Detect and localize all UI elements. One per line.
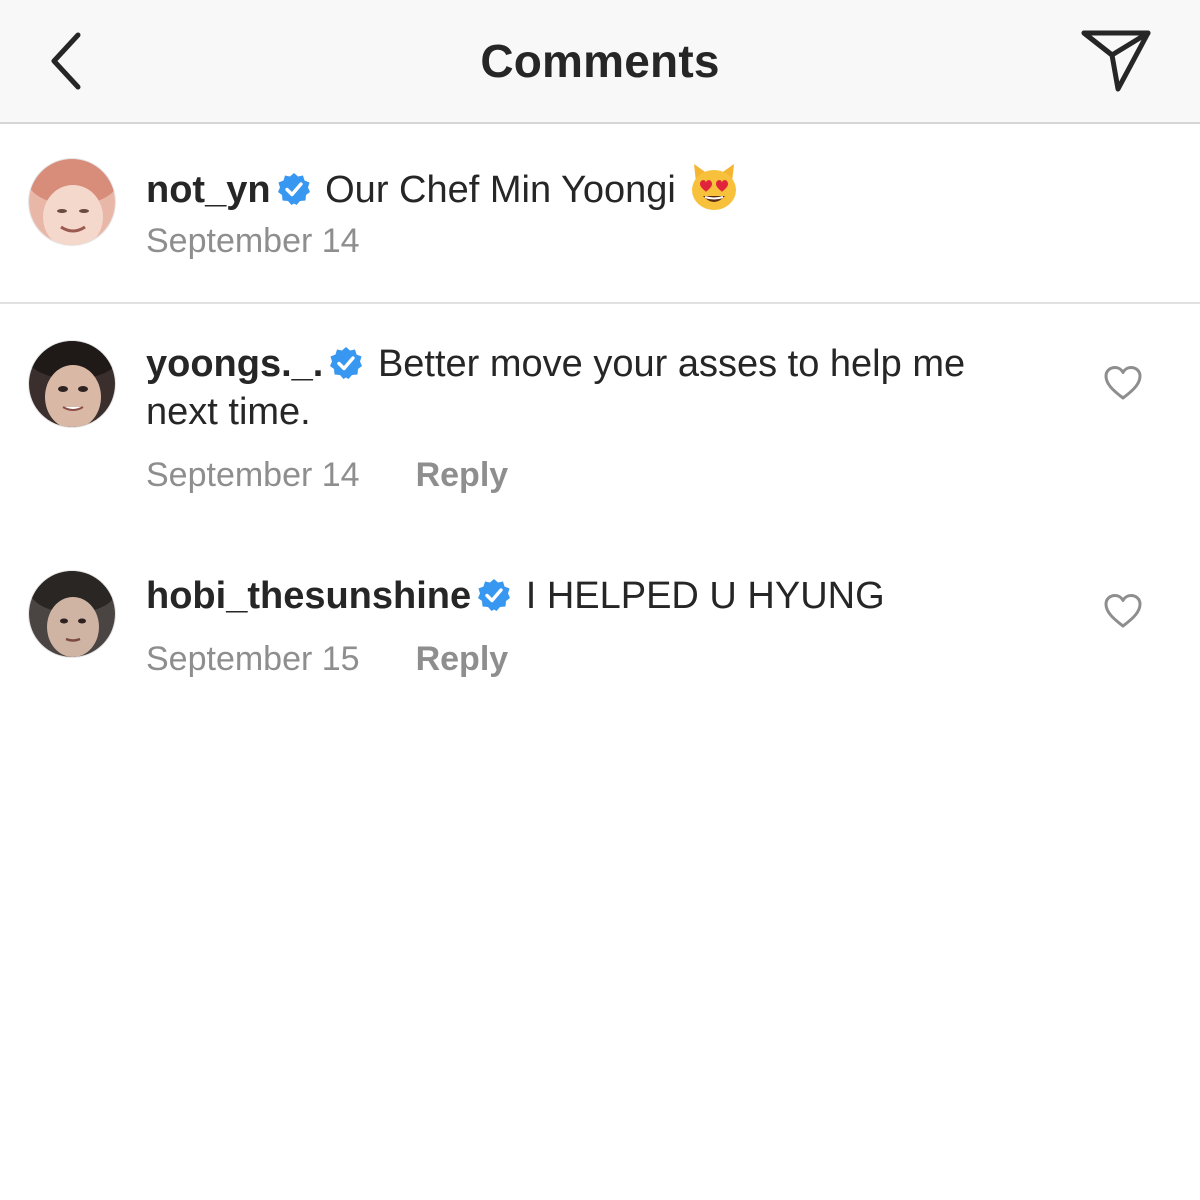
heart-outline-icon (1104, 366, 1142, 400)
caption-meta: September 14 (146, 222, 360, 261)
comment-meta: September 14 Reply (146, 456, 508, 495)
verified-badge-icon (277, 173, 310, 205)
caption-text-line: not_yn Our Chef Min Yoongi (146, 160, 1046, 214)
heart-outline-icon (1104, 594, 1142, 628)
avatar[interactable] (28, 340, 116, 428)
caption-username[interactable]: not_yn (146, 169, 271, 211)
like-button[interactable] (1100, 590, 1146, 632)
post-caption: not_yn Our Chef Min Yoongi September 14 (0, 126, 1200, 304)
paper-plane-icon (1081, 30, 1151, 92)
comment-text-line: hobi_thesunshine I HELPED U HYUNG (146, 572, 1046, 620)
page-title: Comments (480, 35, 720, 87)
comment-item: yoongs._. Better move your asses to help… (0, 318, 1200, 518)
comment-username[interactable]: hobi_thesunshine (146, 575, 471, 617)
caption-text: Our Chef Min Yoongi (325, 169, 676, 211)
comment-username[interactable]: yoongs._. (146, 343, 323, 385)
verified-badge-icon (478, 579, 511, 611)
share-button[interactable] (1076, 24, 1156, 96)
comment-item: hobi_thesunshine I HELPED U HYUNG Septem… (0, 550, 1200, 700)
avatar[interactable] (28, 570, 116, 658)
heart-eyes-cat-emoji-icon (691, 164, 736, 210)
comment-date: September 14 (146, 456, 360, 494)
avatar[interactable] (28, 158, 116, 246)
like-button[interactable] (1100, 362, 1146, 404)
reply-button[interactable]: Reply (416, 640, 509, 679)
comment-meta: September 15 Reply (146, 640, 508, 679)
caption-date: September 14 (146, 222, 360, 260)
verified-badge-icon (330, 347, 363, 379)
comment-text: I HELPED U HYUNG (525, 575, 885, 617)
reply-button[interactable]: Reply (416, 456, 509, 495)
comment-date: September 15 (146, 640, 360, 678)
comment-text-line: yoongs._. Better move your asses to help… (146, 340, 1046, 436)
top-bar: Comments (0, 0, 1200, 124)
comments-screen: Comments not_yn Our Chef Min Yoongi Sept… (0, 0, 1200, 1200)
